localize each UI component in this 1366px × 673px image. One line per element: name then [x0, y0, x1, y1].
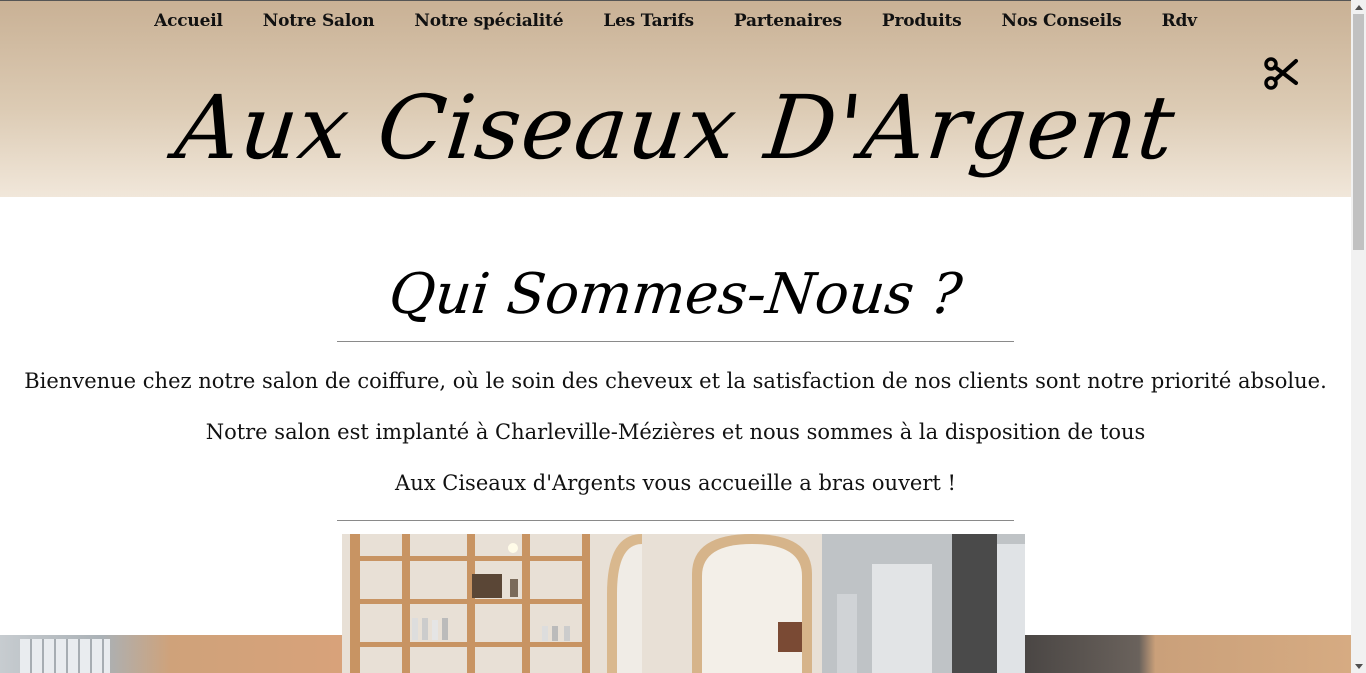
nav-produits[interactable]: Produits: [862, 1, 982, 41]
scrollbar-thumb[interactable]: [1353, 14, 1364, 250]
nav-nos-conseils[interactable]: Nos Conseils: [981, 1, 1141, 41]
page: Accueil Notre Salon Notre spécialité Les…: [0, 0, 1351, 673]
photo-gallery: [0, 534, 1351, 673]
salon-interior-image: [342, 534, 1025, 673]
section-title: Qui Sommes-Nous ?: [386, 262, 966, 327]
site-title: Aux Ciseaux D'Argent: [171, 76, 1181, 179]
nav-notre-salon[interactable]: Notre Salon: [243, 1, 395, 41]
scroll-up-icon[interactable]: [1351, 0, 1366, 14]
main-nav: Accueil Notre Salon Notre spécialité Les…: [0, 1, 1351, 41]
nav-rdv[interactable]: Rdv: [1142, 1, 1217, 41]
nav-partenaires[interactable]: Partenaires: [714, 1, 862, 41]
nav-notre-specialite[interactable]: Notre spécialité: [394, 1, 583, 41]
divider-bottom: [337, 520, 1014, 521]
vertical-scrollbar[interactable]: [1351, 0, 1366, 673]
location-paragraph: Notre salon est implanté à Charleville-M…: [205, 420, 1146, 444]
nav-accueil[interactable]: Accueil: [134, 1, 243, 41]
gallery-image-left: [0, 635, 342, 673]
welcome-paragraph: Aux Ciseaux d'Argents vous accueille a b…: [395, 471, 956, 495]
nav-les-tarifs[interactable]: Les Tarifs: [583, 1, 714, 41]
gallery-image-right: [1025, 635, 1351, 673]
scroll-down-icon[interactable]: [1351, 659, 1366, 673]
intro-paragraph: Bienvenue chez notre salon de coiffure, …: [24, 369, 1327, 393]
site-header: Accueil Notre Salon Notre spécialité Les…: [0, 0, 1351, 197]
divider-top: [337, 341, 1014, 342]
